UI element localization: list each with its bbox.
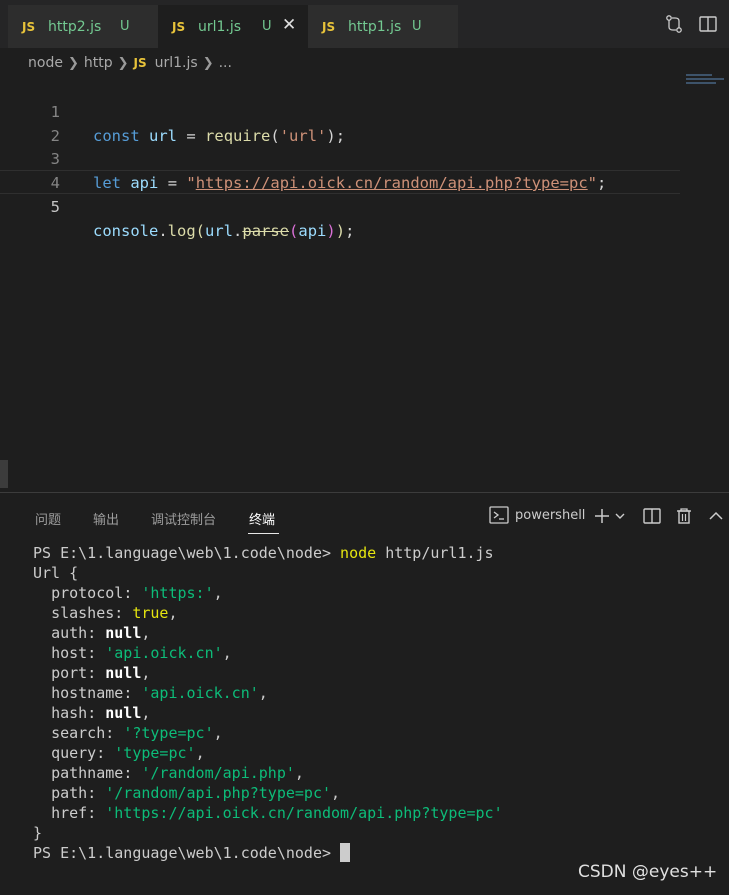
code-line-current[interactable]: 5 console.log(url.parse(api)); (0, 170, 680, 240)
tab-terminal[interactable]: 终端 (249, 509, 275, 528)
terminal-selector[interactable]: powershell (489, 506, 585, 524)
terminal-line: query: 'type=pc', (51, 744, 205, 762)
open-changes-icon[interactable] (664, 14, 684, 34)
tab-debug-console[interactable]: 调试控制台 (151, 509, 216, 528)
terminal-line: path: '/random/api.php?type=pc', (51, 784, 341, 802)
active-tab-indicator (248, 533, 279, 534)
bottom-panel: 问题 输出 调试控制台 终端 powershell PS E:\1.langua… (0, 492, 729, 895)
deprecated-method: parse (242, 222, 290, 240)
terminal-line: Url { (33, 564, 79, 582)
tab-http2-js[interactable]: JS http2.js U (8, 5, 158, 48)
breadcrumb-folder-http[interactable]: http (84, 55, 113, 71)
tab-url1-js[interactable]: JS url1.js U ✕ (158, 5, 308, 48)
terminal-line: hash: null, (51, 704, 151, 722)
terminal-line: PS E:\1.language\web\1.code\node> node h… (33, 544, 494, 562)
javascript-file-icon: JS (172, 19, 186, 34)
chevron-right-icon: ❯ (117, 55, 129, 71)
editor-tab-bar: JS http2.js U JS url1.js U ✕ JS http1.js… (0, 0, 729, 48)
terminal-line: search: '?type=pc', (51, 724, 223, 742)
code-line[interactable]: 2 (0, 100, 680, 145)
untracked-badge: U (262, 19, 272, 34)
javascript-file-icon: JS (322, 19, 336, 34)
code-text[interactable]: console.log(url.parse(api)); (93, 219, 354, 243)
breadcrumb-symbols[interactable]: ... (219, 55, 232, 71)
split-terminal-icon[interactable] (642, 506, 662, 526)
scrollbar-marker (0, 460, 8, 488)
terminal-line: slashes: true, (51, 604, 178, 622)
minimap[interactable] (686, 74, 726, 86)
chevron-right-icon: ❯ (67, 55, 79, 71)
tab-label: url1.js (198, 18, 242, 35)
terminal-line: port: null, (51, 664, 151, 682)
close-tab-icon[interactable]: ✕ (282, 15, 296, 35)
tab-label: http2.js (48, 18, 102, 35)
chevron-right-icon: ❯ (202, 55, 214, 71)
breadcrumb-folder-node[interactable]: node (28, 55, 63, 71)
terminal-command: node (340, 544, 377, 562)
terminal-line: protocol: 'https:', (51, 584, 223, 602)
code-line[interactable]: 1 const url = require('url'); (0, 76, 680, 145)
tab-http1-js[interactable]: JS http1.js U (308, 5, 458, 48)
new-terminal-plus-icon[interactable] (592, 506, 612, 526)
tab-label: http1.js (348, 18, 402, 35)
trash-icon[interactable] (674, 506, 694, 526)
split-editor-icon[interactable] (698, 14, 718, 34)
code-line[interactable]: 3 let api = "https://api.oick.cn/random/… (0, 123, 680, 192)
terminal-line: } (33, 824, 43, 842)
code-editor[interactable]: 1 const url = require('url'); 2 3 let ap… (0, 74, 729, 492)
terminal-line: hostname: 'api.oick.cn', (51, 684, 268, 702)
terminal-line: host: 'api.oick.cn', (51, 644, 232, 662)
terminal-shell-name: powershell (515, 507, 586, 523)
chevron-down-icon[interactable] (613, 506, 627, 526)
terminal-line: PS E:\1.language\web\1.code\node> (33, 843, 503, 863)
maximize-panel-chevron-up-icon[interactable] (706, 506, 726, 526)
code-line[interactable]: 4 (0, 147, 680, 192)
breadcrumb-file[interactable]: url1.js (155, 55, 198, 71)
tab-problems[interactable]: 问题 (35, 509, 61, 528)
breadcrumb: node ❯ http ❯ JS url1.js ❯ ... (28, 52, 232, 74)
terminal-output[interactable]: PS E:\1.language\web\1.code\node> node h… (33, 543, 503, 863)
untracked-badge: U (412, 19, 422, 34)
tab-output[interactable]: 输出 (93, 509, 119, 528)
untracked-badge: U (120, 19, 130, 34)
watermark: CSDN @eyes++ (578, 862, 718, 882)
line-number: 5 (50, 198, 60, 216)
terminal-cursor (340, 843, 351, 862)
terminal-line: pathname: '/random/api.php', (51, 764, 304, 782)
terminal-line: auth: null, (51, 624, 151, 642)
javascript-file-icon: JS (133, 56, 147, 70)
javascript-file-icon: JS (22, 19, 36, 34)
terminal-line: href: 'https://api.oick.cn/random/api.ph… (51, 804, 503, 822)
terminal-icon (489, 506, 509, 524)
